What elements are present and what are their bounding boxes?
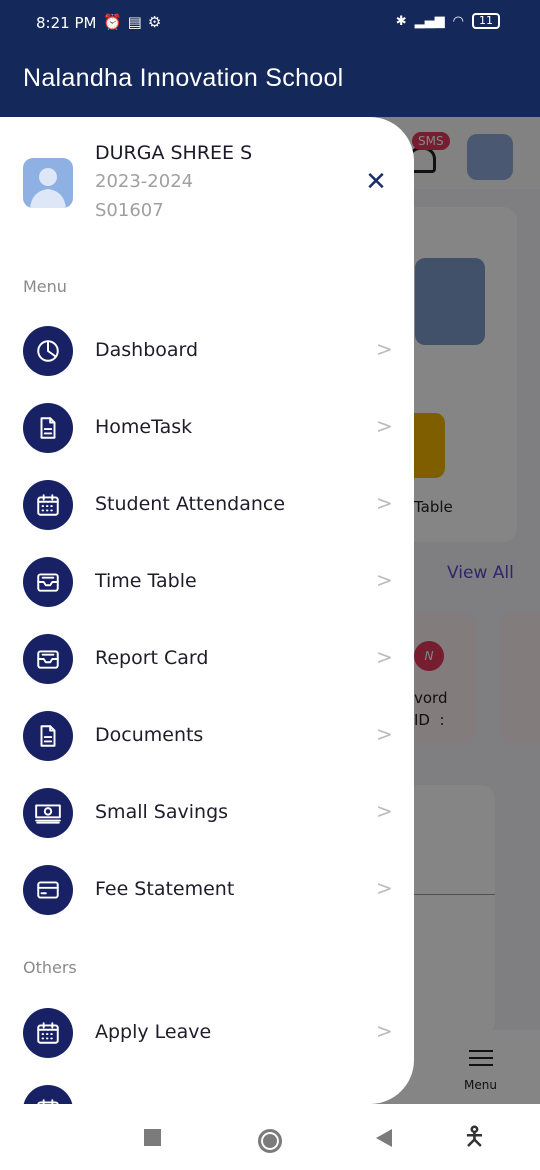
- status-icons-right: ✱ ▂▄▆ ◠ 11: [396, 13, 500, 29]
- accessibility-icon[interactable]: 🯅: [463, 1124, 486, 1150]
- menu-item-item[interactable]: >: [0, 1080, 414, 1104]
- menu-item-dashboard[interactable]: Dashboard >: [0, 321, 414, 381]
- calendar-icon: [23, 480, 73, 530]
- close-icon[interactable]: ✕: [364, 169, 388, 195]
- chevron-right-icon: >: [376, 876, 393, 900]
- inbox-tray-icon: [23, 634, 73, 684]
- money-icon: [23, 788, 73, 838]
- calendar-icon: [23, 1008, 73, 1058]
- bluetooth-icon: ✱: [395, 13, 407, 29]
- back-button[interactable]: [376, 1129, 392, 1147]
- menu-item-apply-leave[interactable]: Apply Leave >: [0, 1003, 414, 1063]
- menu-item-label: Report Card: [95, 647, 209, 669]
- menu-item-label: Dashboard: [95, 339, 199, 361]
- document-icon: [23, 711, 73, 761]
- chevron-right-icon: >: [376, 491, 393, 515]
- menu-item-label: Student Attendance: [95, 493, 286, 515]
- menu-item-student-attendance[interactable]: Student Attendance >: [0, 475, 414, 535]
- pie-chart-icon: [23, 326, 73, 376]
- menu-item-label: HomeTask: [95, 416, 193, 438]
- chevron-right-icon: >: [376, 799, 393, 823]
- chevron-right-icon: >: [376, 414, 393, 438]
- chevron-right-icon: >: [376, 1096, 393, 1104]
- chevron-right-icon: >: [376, 337, 393, 361]
- menu-item-small-savings[interactable]: Small Savings >: [0, 783, 414, 843]
- chevron-right-icon: >: [376, 1019, 393, 1043]
- chevron-right-icon: >: [376, 568, 393, 592]
- status-bar: 8:21 PM ⏰▤⚙ ✱ ▂▄▆ ◠ 11: [0, 0, 540, 48]
- chevron-right-icon: >: [376, 722, 393, 746]
- profile-name: DURGA SHREE S: [95, 142, 253, 164]
- menu-item-documents[interactable]: Documents >: [0, 706, 414, 766]
- status-time: 8:21 PM: [36, 14, 97, 32]
- academic-year: 2023-2024: [95, 171, 194, 192]
- navigation-drawer: DURGA SHREE S 2023-2024 S01607 ✕ Menu Da…: [0, 117, 414, 1104]
- menu-item-time-table[interactable]: Time Table >: [0, 552, 414, 612]
- home-button[interactable]: [258, 1129, 282, 1153]
- menu-item-label: Small Savings: [95, 801, 229, 823]
- menu-item-fee-statement[interactable]: Fee Statement >: [0, 860, 414, 920]
- app-bar: Nalandha Innovation School: [0, 48, 540, 117]
- system-nav-bar: 🯅: [0, 1104, 540, 1170]
- document-icon: [23, 403, 73, 453]
- menu-item-label: Apply Leave: [95, 1021, 212, 1043]
- chevron-right-icon: >: [376, 645, 393, 669]
- signal-icon: ▂▄▆: [414, 13, 445, 29]
- menu-item-label: Documents: [95, 724, 204, 746]
- section-others: Others: [23, 958, 77, 977]
- wifi-icon: ◠: [452, 13, 464, 29]
- inbox-tray-icon: [23, 557, 73, 607]
- recents-button[interactable]: [144, 1129, 161, 1146]
- menu-item-label: Fee Statement: [95, 878, 235, 900]
- menu-item-report-card[interactable]: Report Card >: [0, 629, 414, 689]
- app-title: Nalandha Innovation School: [23, 64, 344, 92]
- profile-avatar: [23, 158, 73, 208]
- status-icons-left: ⏰▤⚙: [103, 13, 168, 31]
- student-id: S01607: [95, 200, 164, 221]
- menu-item-label: Time Table: [95, 570, 197, 592]
- credit-card-icon: [23, 865, 73, 915]
- menu-item-hometask[interactable]: HomeTask >: [0, 398, 414, 458]
- section-menu: Menu: [23, 277, 67, 296]
- calendar-icon: [23, 1085, 73, 1104]
- battery-icon: 11: [472, 13, 500, 29]
